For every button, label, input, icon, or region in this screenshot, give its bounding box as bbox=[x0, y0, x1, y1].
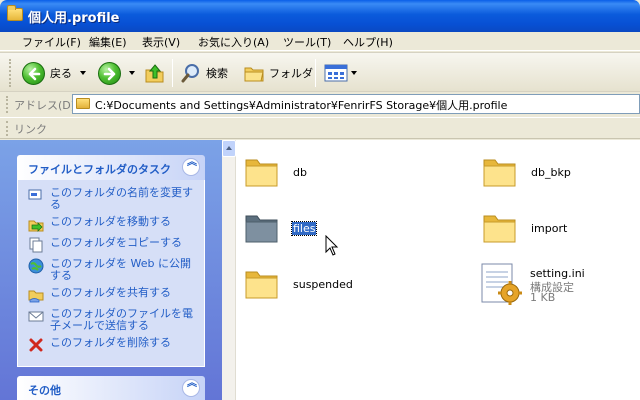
task-label: このフォルダをコピーする bbox=[50, 236, 182, 249]
address-bar: アドレス(D) C:¥Documents and Settings¥Admini… bbox=[0, 93, 640, 116]
task-email[interactable]: このフォルダのファイルを電子メールで送信する bbox=[28, 308, 198, 332]
file-name: db bbox=[293, 166, 307, 179]
chevron-up-icon: ︽ bbox=[187, 157, 197, 168]
file-name: suspended bbox=[293, 278, 353, 291]
forward-arrow-icon bbox=[98, 61, 121, 85]
move-icon bbox=[28, 220, 44, 232]
explorer-window: 個人用.profile ファイル(F) 編集(E) 表示(V) お気に入り(A)… bbox=[0, 0, 640, 400]
views-dropdown-icon[interactable] bbox=[351, 71, 357, 75]
back-label: 戻る bbox=[50, 67, 72, 80]
address-grip[interactable] bbox=[6, 96, 9, 113]
menu-bar: ファイル(F) 編集(E) 表示(V) お気に入り(A) ツール(T) ヘルプ(… bbox=[0, 32, 640, 51]
toolbar-separator bbox=[172, 59, 173, 87]
folder-icon bbox=[483, 159, 516, 187]
task-move[interactable]: このフォルダを移動する bbox=[28, 216, 198, 232]
standard-toolbar: 戻る 検索 フォルダ bbox=[0, 52, 640, 92]
file-name: db_bkp bbox=[531, 166, 571, 179]
back-button[interactable]: 戻る bbox=[22, 59, 86, 87]
search-label: 検索 bbox=[206, 67, 228, 80]
back-arrow-icon bbox=[22, 61, 45, 85]
back-dropdown-icon[interactable] bbox=[80, 71, 86, 75]
email-icon bbox=[28, 311, 44, 322]
magnifier-icon bbox=[181, 64, 199, 83]
search-button[interactable]: 検索 bbox=[180, 59, 228, 87]
folder-icon bbox=[483, 215, 516, 243]
toolbar-grip[interactable] bbox=[9, 59, 12, 87]
file-folder-tasks-panel: ファイルとフォルダのタスク ︽ このフォルダの名前を変更する このフォルダを移動… bbox=[17, 155, 205, 367]
task-label: このフォルダを移動する bbox=[50, 215, 171, 228]
up-folder-button[interactable] bbox=[143, 59, 167, 87]
title-bar[interactable]: 個人用.profile bbox=[0, 0, 640, 32]
file-list[interactable]: db db_bkp files import suspended setting… bbox=[222, 140, 640, 400]
collapse-button[interactable]: ︽ bbox=[182, 158, 200, 176]
file-name: import bbox=[531, 222, 568, 235]
links-grip[interactable] bbox=[6, 121, 9, 136]
menu-tools[interactable]: ツール(T) bbox=[283, 34, 331, 50]
links-bar: リンク bbox=[0, 117, 640, 139]
other-places-panel: その他 ︽ bbox=[17, 376, 205, 400]
task-label: このフォルダを Web に公開する bbox=[50, 257, 191, 282]
tasks-panel-body: このフォルダの名前を変更する このフォルダを移動する このフォルダをコピーする … bbox=[17, 180, 205, 367]
task-label: このフォルダのファイルを電子メールで送信する bbox=[50, 307, 193, 332]
file-size: 1 KB bbox=[530, 291, 556, 304]
views-icon bbox=[324, 64, 348, 82]
folder-icon bbox=[76, 98, 90, 109]
task-copy[interactable]: このフォルダをコピーする bbox=[28, 237, 198, 253]
other-panel-title: その他 bbox=[28, 384, 61, 397]
collapse-button[interactable]: ︽ bbox=[182, 379, 200, 397]
tasks-panel-title: ファイルとフォルダのタスク bbox=[28, 163, 171, 176]
task-label: このフォルダを共有する bbox=[50, 286, 171, 299]
address-path[interactable]: C:¥Documents and Settings¥Administrator¥… bbox=[95, 97, 507, 113]
views-button[interactable] bbox=[324, 59, 357, 87]
menu-edit[interactable]: 編集(E) bbox=[89, 34, 127, 50]
forward-dropdown-icon[interactable] bbox=[129, 71, 135, 75]
links-label[interactable]: リンク bbox=[14, 121, 47, 137]
task-pane: ファイルとフォルダのタスク ︽ このフォルダの名前を変更する このフォルダを移動… bbox=[0, 140, 222, 400]
up-folder-icon bbox=[145, 64, 164, 83]
address-field[interactable]: C:¥Documents and Settings¥Administrator¥… bbox=[72, 94, 640, 114]
window-title: 個人用.profile bbox=[28, 11, 120, 26]
copy-icon bbox=[29, 237, 43, 253]
folders-icon bbox=[244, 67, 264, 82]
task-share[interactable]: このフォルダを共有する bbox=[28, 287, 198, 303]
globe-icon bbox=[28, 258, 44, 274]
menu-help[interactable]: ヘルプ(H) bbox=[343, 34, 393, 50]
forward-button[interactable] bbox=[98, 59, 135, 87]
mouse-cursor-icon bbox=[325, 235, 339, 256]
vertical-scrollbar[interactable] bbox=[222, 140, 236, 400]
other-panel-header[interactable]: その他 ︽ bbox=[17, 376, 205, 400]
rename-icon bbox=[28, 189, 42, 200]
delete-icon bbox=[29, 338, 43, 352]
share-folder-icon bbox=[28, 290, 44, 303]
folder-icon bbox=[7, 5, 23, 21]
menu-view[interactable]: 表示(V) bbox=[142, 34, 180, 50]
folder-icon bbox=[245, 159, 278, 187]
task-rename[interactable]: このフォルダの名前を変更する bbox=[28, 187, 198, 211]
file-item-setting-ini[interactable]: setting.ini 構成設定 1 KB bbox=[480, 262, 585, 311]
chevron-up-icon: ︽ bbox=[187, 378, 197, 389]
task-delete[interactable]: このフォルダを削除する bbox=[28, 337, 198, 353]
task-label: このフォルダの名前を変更する bbox=[50, 186, 193, 211]
menu-file[interactable]: ファイル(F) bbox=[22, 34, 81, 50]
task-label: このフォルダを削除する bbox=[50, 336, 171, 349]
task-publish-web[interactable]: このフォルダを Web に公開する bbox=[28, 258, 198, 282]
file-name: files bbox=[290, 221, 318, 236]
toolbar-separator bbox=[315, 59, 316, 87]
menu-favorites[interactable]: お気に入り(A) bbox=[198, 34, 269, 50]
folder-icon bbox=[245, 271, 278, 299]
config-file-icon bbox=[481, 263, 522, 305]
folders-label: フォルダ bbox=[269, 67, 313, 80]
tasks-panel-header[interactable]: ファイルとフォルダのタスク ︽ bbox=[17, 155, 205, 180]
scroll-up-button[interactable] bbox=[222, 140, 236, 157]
folders-button[interactable]: フォルダ bbox=[243, 59, 313, 87]
folder-icon bbox=[245, 215, 278, 243]
address-label: アドレス(D) bbox=[14, 99, 76, 112]
